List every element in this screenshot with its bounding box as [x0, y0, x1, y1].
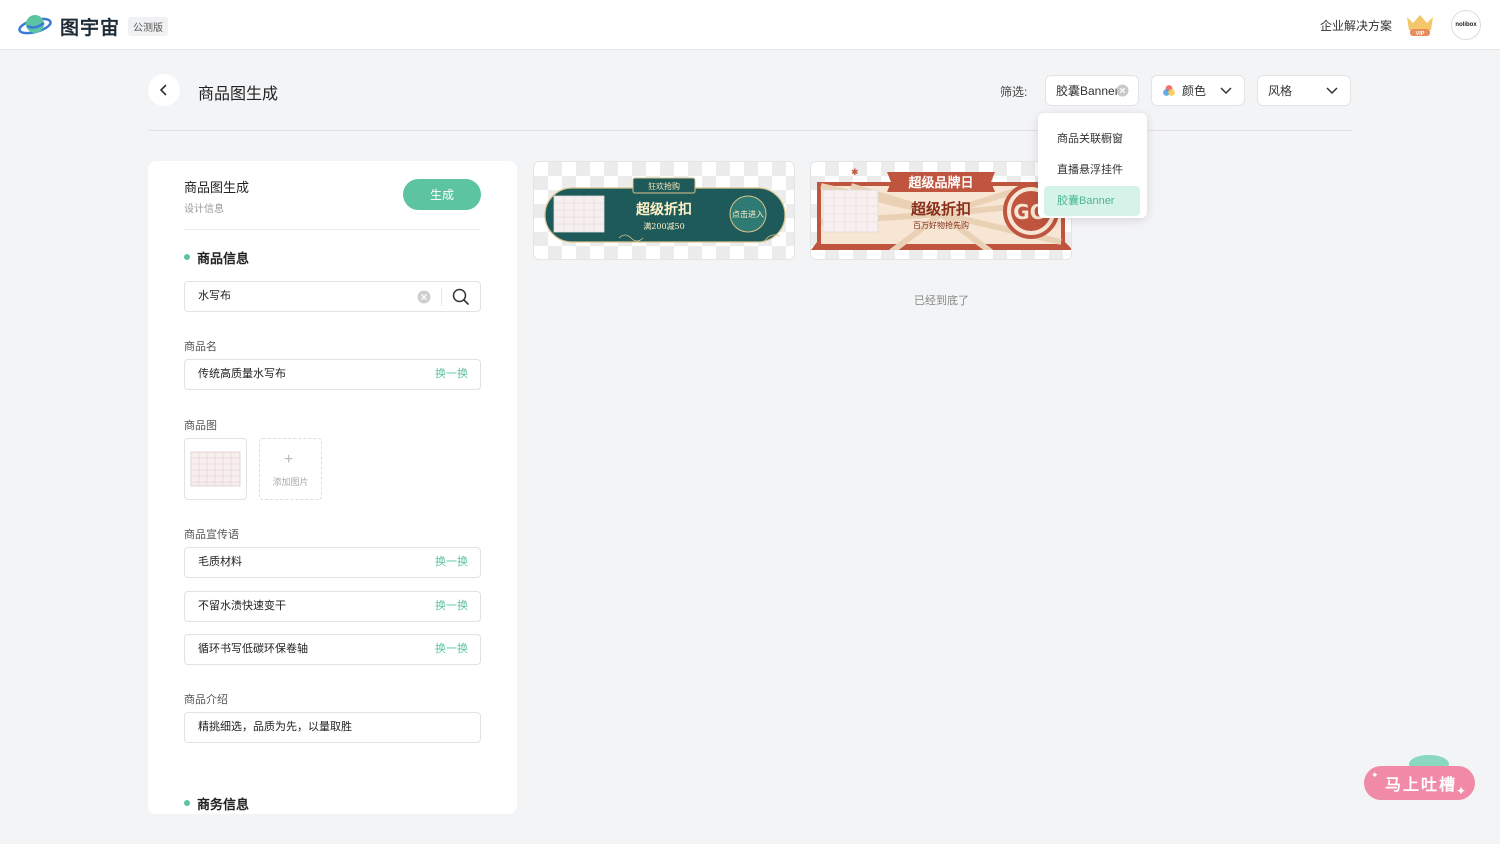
user-avatar[interactable]: nolibox [1451, 10, 1481, 40]
slogan-value-3: 循环书写低碳环保卷轴 [198, 643, 308, 655]
product-photo [190, 451, 241, 487]
page-title: 商品图生成 [198, 86, 279, 103]
chevron-down-icon [1220, 87, 1232, 95]
search-separator [441, 288, 442, 306]
clear-icon[interactable] [1116, 84, 1129, 97]
top-bar: 图宇宙 公测版 企业解决方案 VIP nolibox [0, 0, 1500, 50]
search-icon[interactable] [452, 288, 470, 306]
result-card-1[interactable]: 狂欢抢购 超级折扣 满200减50 点击进入 [533, 161, 795, 260]
star-icon: ✱ [851, 167, 859, 177]
slogan-input-1[interactable]: 毛质材料 换一换 [184, 547, 481, 578]
filter-label: 筛选: [1000, 85, 1028, 99]
intro-label: 商品介绍 [184, 694, 228, 706]
feedback-button[interactable]: 马上吐槽 ✦ ✦ [1363, 754, 1476, 801]
back-button[interactable] [148, 74, 180, 106]
swap-slogan-3-button[interactable]: 换一换 [435, 635, 468, 664]
swap-slogan-1-button[interactable]: 换一换 [435, 548, 468, 577]
dropdown-item-capsule-banner[interactable]: 胶囊Banner [1044, 186, 1140, 216]
feedback-label: 马上吐槽 [1385, 775, 1457, 794]
banner-preview-red: 超级品牌日 超级折扣 百万好物抢先购 GO ✱ [811, 167, 1071, 250]
swap-slogan-2-button[interactable]: 换一换 [435, 592, 468, 621]
color-wheel-icon [1163, 84, 1175, 96]
panel-subtitle: 设计信息 [184, 204, 224, 215]
product-intro-value: 精挑细选，品质为先，以量取胜 [198, 721, 352, 733]
panel-divider [184, 229, 481, 230]
brand-name[interactable]: 图宇宙 [60, 13, 120, 40]
panel-title: 商品图生成 [184, 180, 250, 195]
filter-color-select[interactable]: 颜色 [1151, 75, 1245, 106]
filter-type-value: 胶囊Banner [1056, 84, 1119, 98]
banner2-tag: 超级品牌日 [908, 175, 973, 191]
dropdown-item-product-window[interactable]: 商品关联橱窗 [1044, 124, 1140, 154]
product-image-label: 商品图 [184, 420, 217, 432]
sparkle-icon: ✦ [1456, 784, 1466, 798]
banner2-headline: 超级折扣 [910, 200, 971, 218]
slogan-value-1: 毛质材料 [198, 556, 242, 568]
filter-type-dropdown: 商品关联橱窗 直播悬浮挂件 胶囊Banner [1038, 113, 1147, 218]
product-name-value: 传统高质量水写布 [198, 368, 286, 380]
filter-style-label: 风格 [1268, 84, 1293, 98]
slogan-value-2: 不留水渍快速变干 [198, 600, 286, 612]
product-image-thumbnail[interactable] [184, 438, 247, 500]
section-product-info: 商品信息 [184, 248, 249, 267]
enterprise-solutions-link[interactable]: 企业解决方案 [1320, 17, 1392, 34]
banner1-headline: 超级折扣 [635, 201, 692, 218]
result-card-2[interactable]: 超级品牌日 超级折扣 百万好物抢先购 GO ✱ [810, 161, 1072, 260]
slogan-input-2[interactable]: 不留水渍快速变干 换一换 [184, 591, 481, 622]
slogan-label: 商品宣传语 [184, 529, 239, 541]
banner1-subline: 满200减50 [643, 221, 684, 231]
vip-crown-icon[interactable]: VIP [1404, 13, 1436, 37]
generate-button[interactable]: 生成 [403, 179, 481, 210]
product-name-label: 商品名 [184, 341, 217, 353]
banner1-tag: 狂欢抢购 [648, 181, 680, 191]
banner2-subline: 百万好物抢先购 [913, 220, 969, 230]
filter-type-select[interactable]: 胶囊Banner [1045, 75, 1139, 106]
banner1-button: 点击进入 [732, 209, 764, 219]
add-image-label: 添加图片 [272, 477, 309, 487]
banner-preview-green: 狂欢抢购 超级折扣 满200减50 点击进入 [544, 177, 786, 243]
chevron-down-icon [1326, 87, 1338, 95]
dropdown-item-live-widget[interactable]: 直播悬浮挂件 [1044, 155, 1140, 185]
product-name-input[interactable]: 传统高质量水写布 换一换 [184, 359, 481, 390]
product-search-input[interactable]: 水写布 [184, 281, 481, 312]
product-intro-input[interactable]: 精挑细选，品质为先，以量取胜 [184, 712, 481, 743]
filter-style-select[interactable]: 风格 [1257, 75, 1351, 106]
slogan-input-3[interactable]: 循环书写低碳环保卷轴 换一换 [184, 634, 481, 665]
planet-logo-icon[interactable] [18, 11, 52, 39]
section-business-info: 商务信息 [184, 794, 249, 813]
design-info-panel: 商品图生成 设计信息 生成 商品信息 水写布 商品名 传统高质量水写布 换一换 … [148, 161, 517, 814]
clear-icon[interactable] [417, 290, 431, 304]
header-divider [148, 130, 1352, 131]
vip-label: VIP [1416, 31, 1425, 37]
add-image-button[interactable]: + 添加图片 [259, 438, 322, 500]
end-of-list-text: 已经到底了 [914, 295, 969, 307]
chevron-left-icon [159, 84, 167, 96]
sparkle-icon: ✦ [1371, 770, 1379, 780]
product-search-value: 水写布 [198, 290, 231, 302]
beta-badge: 公测版 [128, 17, 168, 36]
plus-icon: + [284, 451, 294, 468]
filter-color-label: 颜色 [1182, 84, 1207, 98]
swap-product-name-button[interactable]: 换一换 [435, 360, 468, 389]
